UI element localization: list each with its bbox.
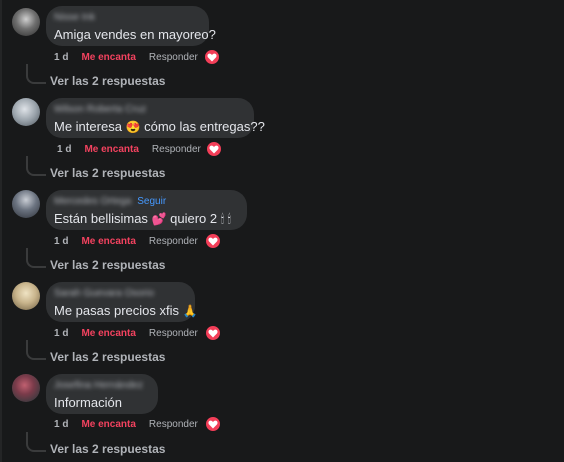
love-button[interactable]: Me encanta	[81, 236, 135, 247]
comments-panel: Nisse Ink Amiga vendes en mayoreo? 1 d M…	[0, 0, 564, 462]
heart-icon[interactable]	[206, 141, 222, 157]
thread-connector	[26, 248, 46, 268]
love-button[interactable]: Me encanta	[81, 419, 135, 430]
author-row: Mercedes Ortega Seguir	[54, 196, 237, 208]
reply-button[interactable]: Responder	[149, 419, 198, 430]
heart-icon[interactable]	[205, 325, 221, 341]
heart-icon[interactable]	[205, 416, 221, 432]
panel-edge	[0, 0, 2, 462]
comment-text-part: Me pasas precios xfis	[54, 303, 179, 318]
view-replies-link[interactable]: Ver las 2 respuestas	[50, 442, 165, 456]
emoji: 🙏	[182, 304, 198, 318]
comment-bubble: Sarah Guevara Osorio Me pasas precios xf…	[46, 282, 198, 322]
thread-connector	[26, 64, 46, 84]
heart-icon[interactable]	[204, 49, 220, 65]
comment-text: Información	[54, 395, 122, 410]
comment-author[interactable]: Wilson Roberta Cruz	[54, 104, 244, 116]
comment-text-part: quiero 2	[170, 211, 218, 226]
comment-time[interactable]: 1 d	[57, 144, 71, 155]
avatar[interactable]	[12, 190, 40, 218]
comment-time[interactable]: 1 d	[54, 52, 68, 63]
avatar[interactable]	[12, 98, 40, 126]
thread-connector	[26, 432, 46, 452]
love-button[interactable]: Me encanta	[81, 52, 135, 63]
thread-connector	[26, 156, 46, 176]
comment-time[interactable]: 1 d	[54, 419, 68, 430]
comment-author[interactable]: Nisse Ink	[54, 12, 199, 24]
comment-author[interactable]: Josefina Hernández	[54, 380, 148, 392]
reply-button[interactable]: Responder	[149, 328, 198, 339]
comment-actions: 1 d Me encanta Responder	[54, 417, 198, 431]
comment-time[interactable]: 1 d	[54, 328, 68, 339]
reply-button[interactable]: Responder	[152, 144, 201, 155]
comment-text-part: Están bellisimas	[54, 211, 148, 226]
avatar[interactable]	[12, 282, 40, 310]
heart-icon[interactable]	[205, 233, 221, 249]
avatar[interactable]	[12, 8, 40, 36]
reply-button[interactable]: Responder	[149, 52, 198, 63]
emoji: 💕	[151, 212, 167, 226]
avatar[interactable]	[12, 374, 40, 402]
comment-bubble: Nisse Ink Amiga vendes en mayoreo?	[46, 6, 216, 46]
comment-author[interactable]: Mercedes Ortega	[54, 196, 131, 208]
comment-actions: 1 d Me encanta Responder	[54, 326, 198, 340]
comment-actions: 1 d Me encanta Responder	[54, 50, 198, 64]
comment-text-part: cómo las entregas??	[144, 119, 265, 134]
comment-text-part: Me interesa	[54, 119, 122, 134]
comment-actions: 1 d Me encanta Responder	[57, 142, 201, 156]
emoji: 🕯 🕯	[220, 212, 231, 226]
comment-text: Están bellisimas 💕 quiero 2 🕯 🕯	[54, 210, 237, 228]
comment-actions: 1 d Me encanta Responder	[54, 234, 198, 248]
comment-text: Amiga vendes en mayoreo?	[54, 27, 216, 42]
comment-time[interactable]: 1 d	[54, 236, 68, 247]
view-replies-link[interactable]: Ver las 2 respuestas	[50, 258, 165, 272]
comment-author[interactable]: Sarah Guevara Osorio	[54, 288, 185, 300]
comment-bubble: Josefina Hernández Información	[46, 374, 158, 414]
thread-connector	[26, 340, 46, 360]
love-button[interactable]: Me encanta	[84, 144, 138, 155]
reply-button[interactable]: Responder	[149, 236, 198, 247]
comment-text: Me interesa 😍 cómo las entregas??	[54, 118, 265, 136]
comment-text: Me pasas precios xfis 🙏	[54, 302, 198, 320]
emoji: 😍	[125, 120, 141, 134]
love-button[interactable]: Me encanta	[81, 328, 135, 339]
view-replies-link[interactable]: Ver las 2 respuestas	[50, 74, 165, 88]
view-replies-link[interactable]: Ver las 2 respuestas	[50, 350, 165, 364]
comment-bubble: Wilson Roberta Cruz Me interesa 😍 cómo l…	[46, 98, 265, 138]
comment-bubble: Mercedes Ortega Seguir Están bellisimas …	[46, 190, 247, 230]
follow-button[interactable]: Seguir	[137, 196, 166, 208]
view-replies-link[interactable]: Ver las 2 respuestas	[50, 166, 165, 180]
